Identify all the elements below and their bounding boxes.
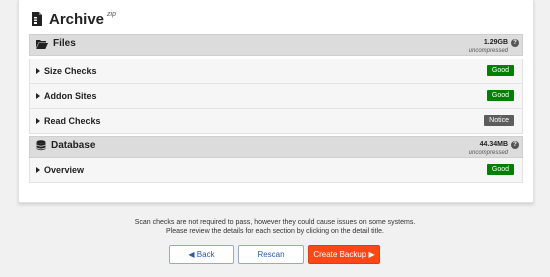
database-size: 44.34MB uncompressed — [469, 141, 508, 157]
caret-right-icon — [36, 167, 40, 173]
scan-note-line1: Scan checks are not required to pass, ho… — [134, 219, 416, 226]
archive-header: Archive zip — [31, 8, 116, 30]
file-archive-icon — [32, 12, 42, 26]
status-badge: Good — [486, 164, 514, 175]
folder-open-icon — [36, 39, 48, 49]
database-size-value: 44.34MB — [479, 141, 508, 148]
database-section-header[interactable]: Database 44.34MB uncompressed ? — [29, 136, 523, 158]
database-title: Database — [51, 140, 96, 151]
status-badge: Notice — [484, 115, 514, 126]
files-section-header[interactable]: Files 1.29GB uncompressed ? — [29, 34, 523, 56]
archive-title: Archive — [49, 10, 105, 28]
files-size: 1.29GB uncompressed — [469, 39, 508, 55]
caret-right-icon — [36, 118, 40, 124]
scan-note: Scan checks are not required to pass, ho… — [0, 218, 550, 236]
check-row-size-checks[interactable]: Size Checks Good — [29, 59, 523, 84]
files-size-note: uncompressed — [468, 48, 508, 54]
status-badge: Good — [486, 90, 514, 101]
create-backup-button[interactable]: Create Backup ▶ — [308, 245, 380, 264]
check-row-overview[interactable]: Overview Good — [29, 158, 523, 183]
check-row-read-checks[interactable]: Read Checks Notice — [29, 109, 523, 134]
rescan-button[interactable]: Rescan — [238, 245, 304, 264]
caret-right-icon — [36, 93, 40, 99]
files-title: Files — [53, 38, 76, 49]
files-size-value: 1.29GB — [483, 39, 508, 46]
back-button[interactable]: ◀ Back — [169, 245, 234, 264]
database-icon — [36, 140, 46, 151]
caret-right-icon — [36, 68, 40, 74]
check-label: Overview — [44, 165, 85, 175]
check-row-addon-sites[interactable]: Addon Sites Good — [29, 84, 523, 109]
database-help-icon[interactable]: ? — [511, 141, 519, 149]
check-label: Read Checks — [44, 116, 101, 126]
scan-note-line2: Please review the details for each secti… — [166, 228, 384, 235]
files-help-icon[interactable]: ? — [511, 39, 519, 47]
check-label: Size Checks — [44, 66, 97, 76]
check-label: Addon Sites — [44, 91, 97, 101]
archive-format: zip — [107, 10, 116, 18]
database-size-note: uncompressed — [468, 150, 508, 156]
status-badge: Good — [486, 65, 514, 76]
archive-panel: Archive zip Files 1.29GB uncompressed ? … — [18, 0, 534, 203]
